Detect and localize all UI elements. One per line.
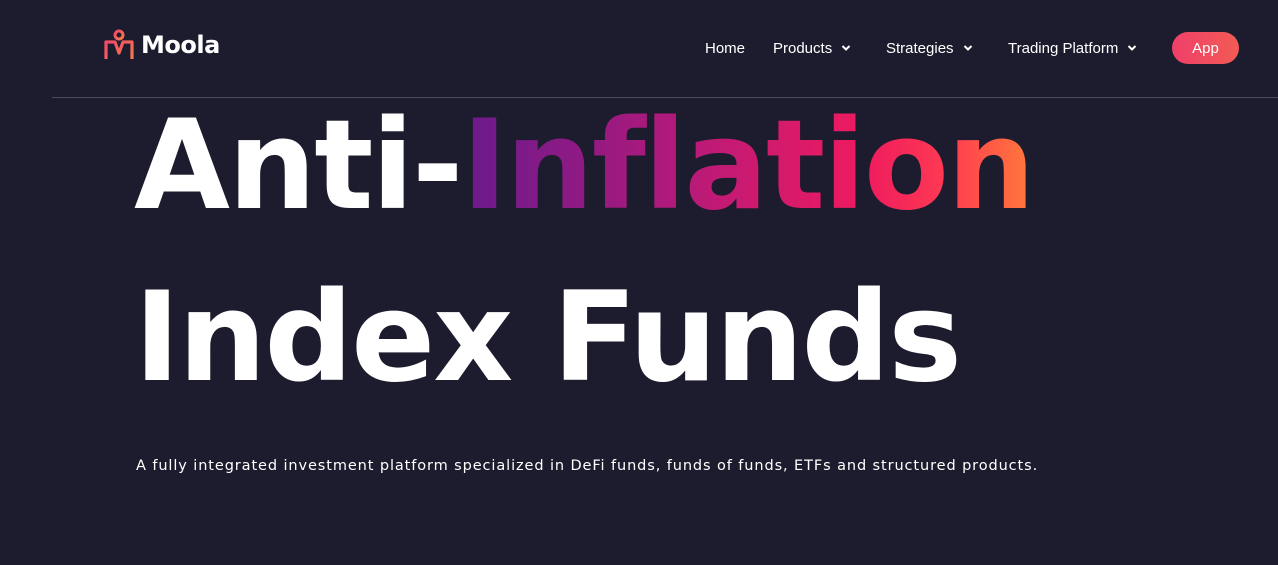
hero-title-plain: Anti- [134, 94, 463, 238]
hero-title-highlight: Inflation [461, 94, 1036, 238]
nav-item-trading-platform[interactable]: Trading Platform [1008, 32, 1137, 64]
nav-item-label: Trading Platform [1008, 39, 1119, 57]
app-button[interactable]: App [1172, 32, 1239, 64]
nav-item-label: Strategies [886, 39, 954, 57]
hero-title-line-1: Anti-Inflation [134, 104, 1035, 228]
nav-item-strategies[interactable]: Strategies [886, 32, 973, 64]
main-nav: Home Products Strategies Trading Platfor… [0, 32, 1278, 64]
hero-title-line-2: Index Funds [134, 266, 962, 410]
navbar: Moola Home Products Strategies Trading P… [0, 0, 1278, 97]
hero-subtitle: A fully integrated investment platform s… [136, 458, 1039, 474]
chevron-down-icon [963, 45, 972, 51]
nav-item-label: Products [773, 39, 833, 57]
nav-item-label: Home [705, 39, 746, 57]
nav-item-home[interactable]: Home [705, 32, 745, 64]
chevron-down-icon [841, 45, 851, 51]
chevron-down-icon [1128, 45, 1137, 51]
nav-item-products[interactable]: Products [773, 32, 851, 64]
